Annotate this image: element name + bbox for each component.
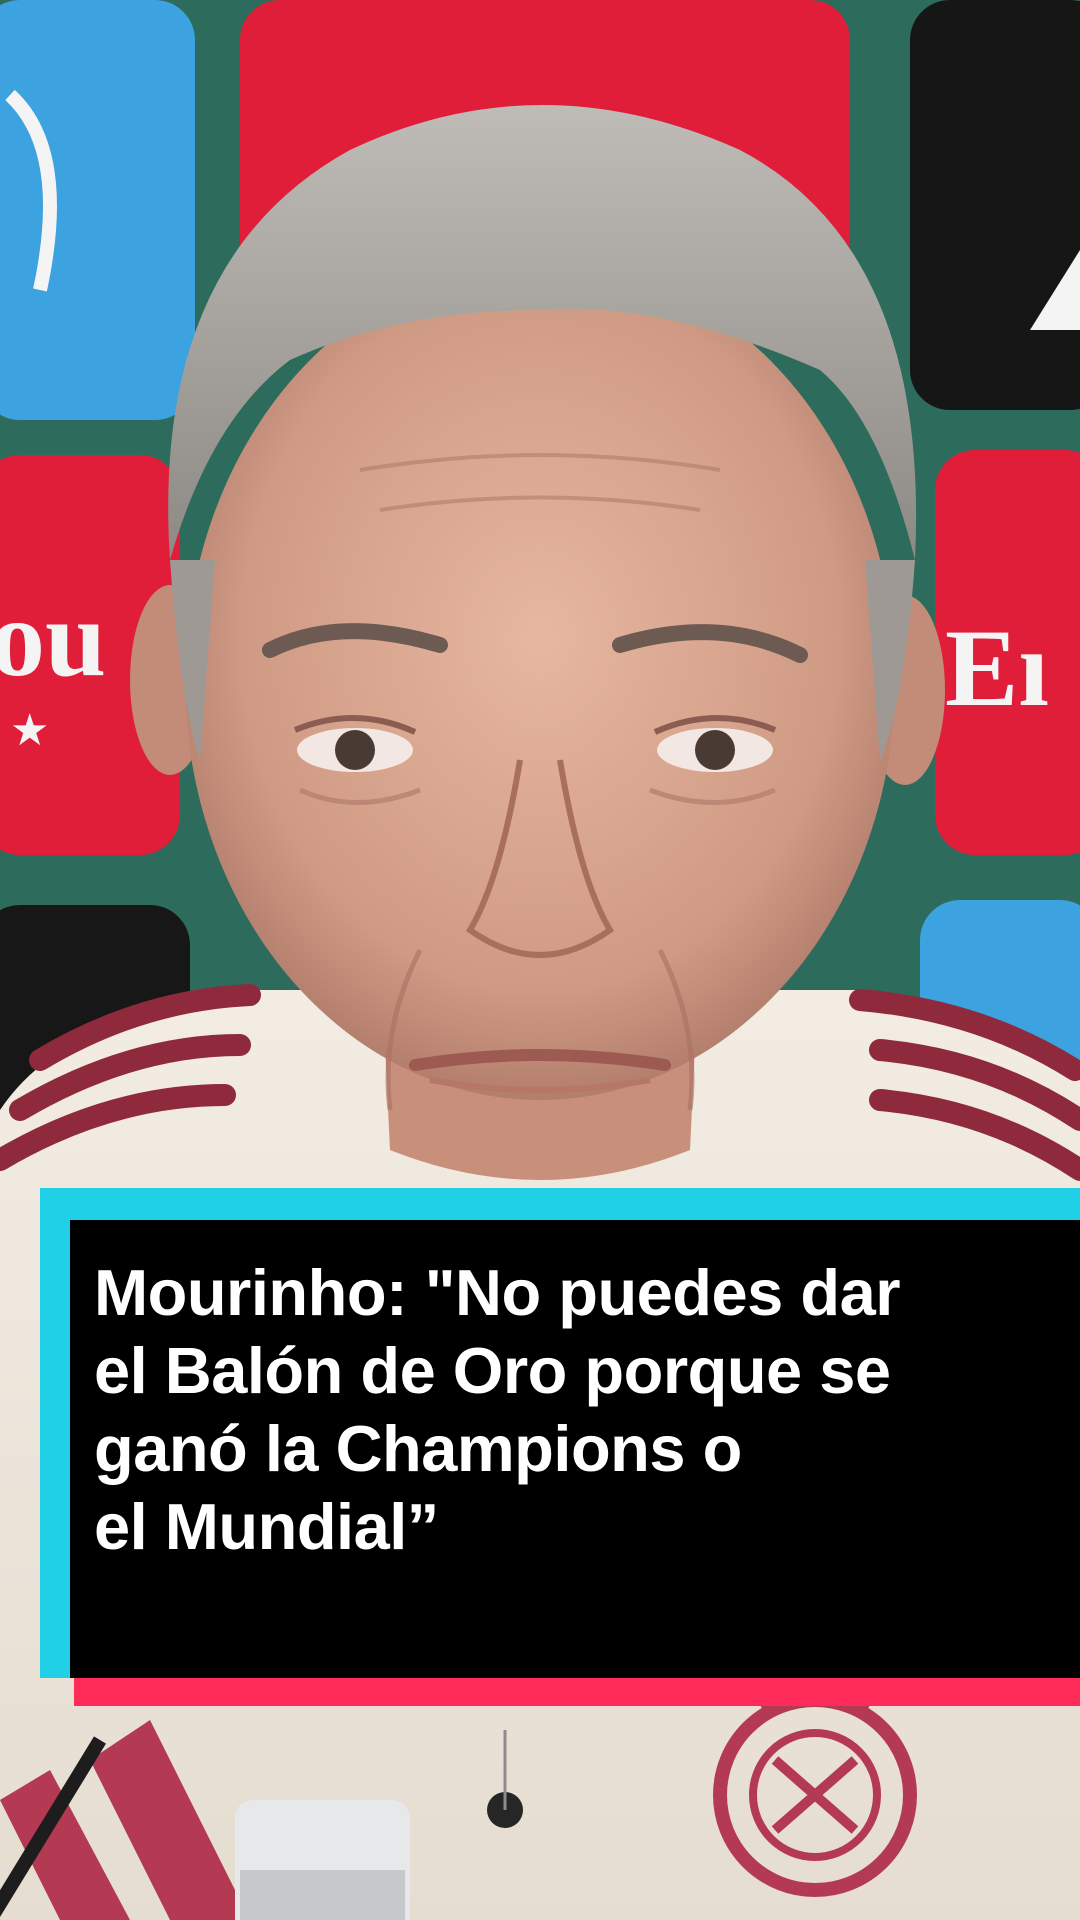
headline-caption: Mourinho: "No puedes dar el Balón de Oro… — [40, 1188, 1080, 1708]
caption-line: el Balón de Oro porque se — [94, 1334, 891, 1407]
sponsor-star-icon: ★ — [10, 705, 49, 756]
sponsor-tile-blue — [0, 0, 195, 420]
sponsor-logo-left: ou — [0, 577, 106, 699]
caption-line: ganó la Champions o — [94, 1412, 742, 1485]
video-frame: ou ★ Eı Mourinho: "No puedes dar el Baló… — [0, 0, 1080, 1920]
sponsor-tile-dark — [910, 0, 1080, 410]
caption-text: Mourinho: "No puedes dar el Balón de Oro… — [94, 1254, 1024, 1566]
caption-line: Mourinho: "No puedes dar — [94, 1256, 901, 1329]
sponsor-logo-right: Eı — [945, 607, 1049, 729]
caption-underline-accent — [74, 1678, 1080, 1706]
face — [185, 260, 895, 1100]
caption-line: el Mundial” — [94, 1490, 439, 1563]
